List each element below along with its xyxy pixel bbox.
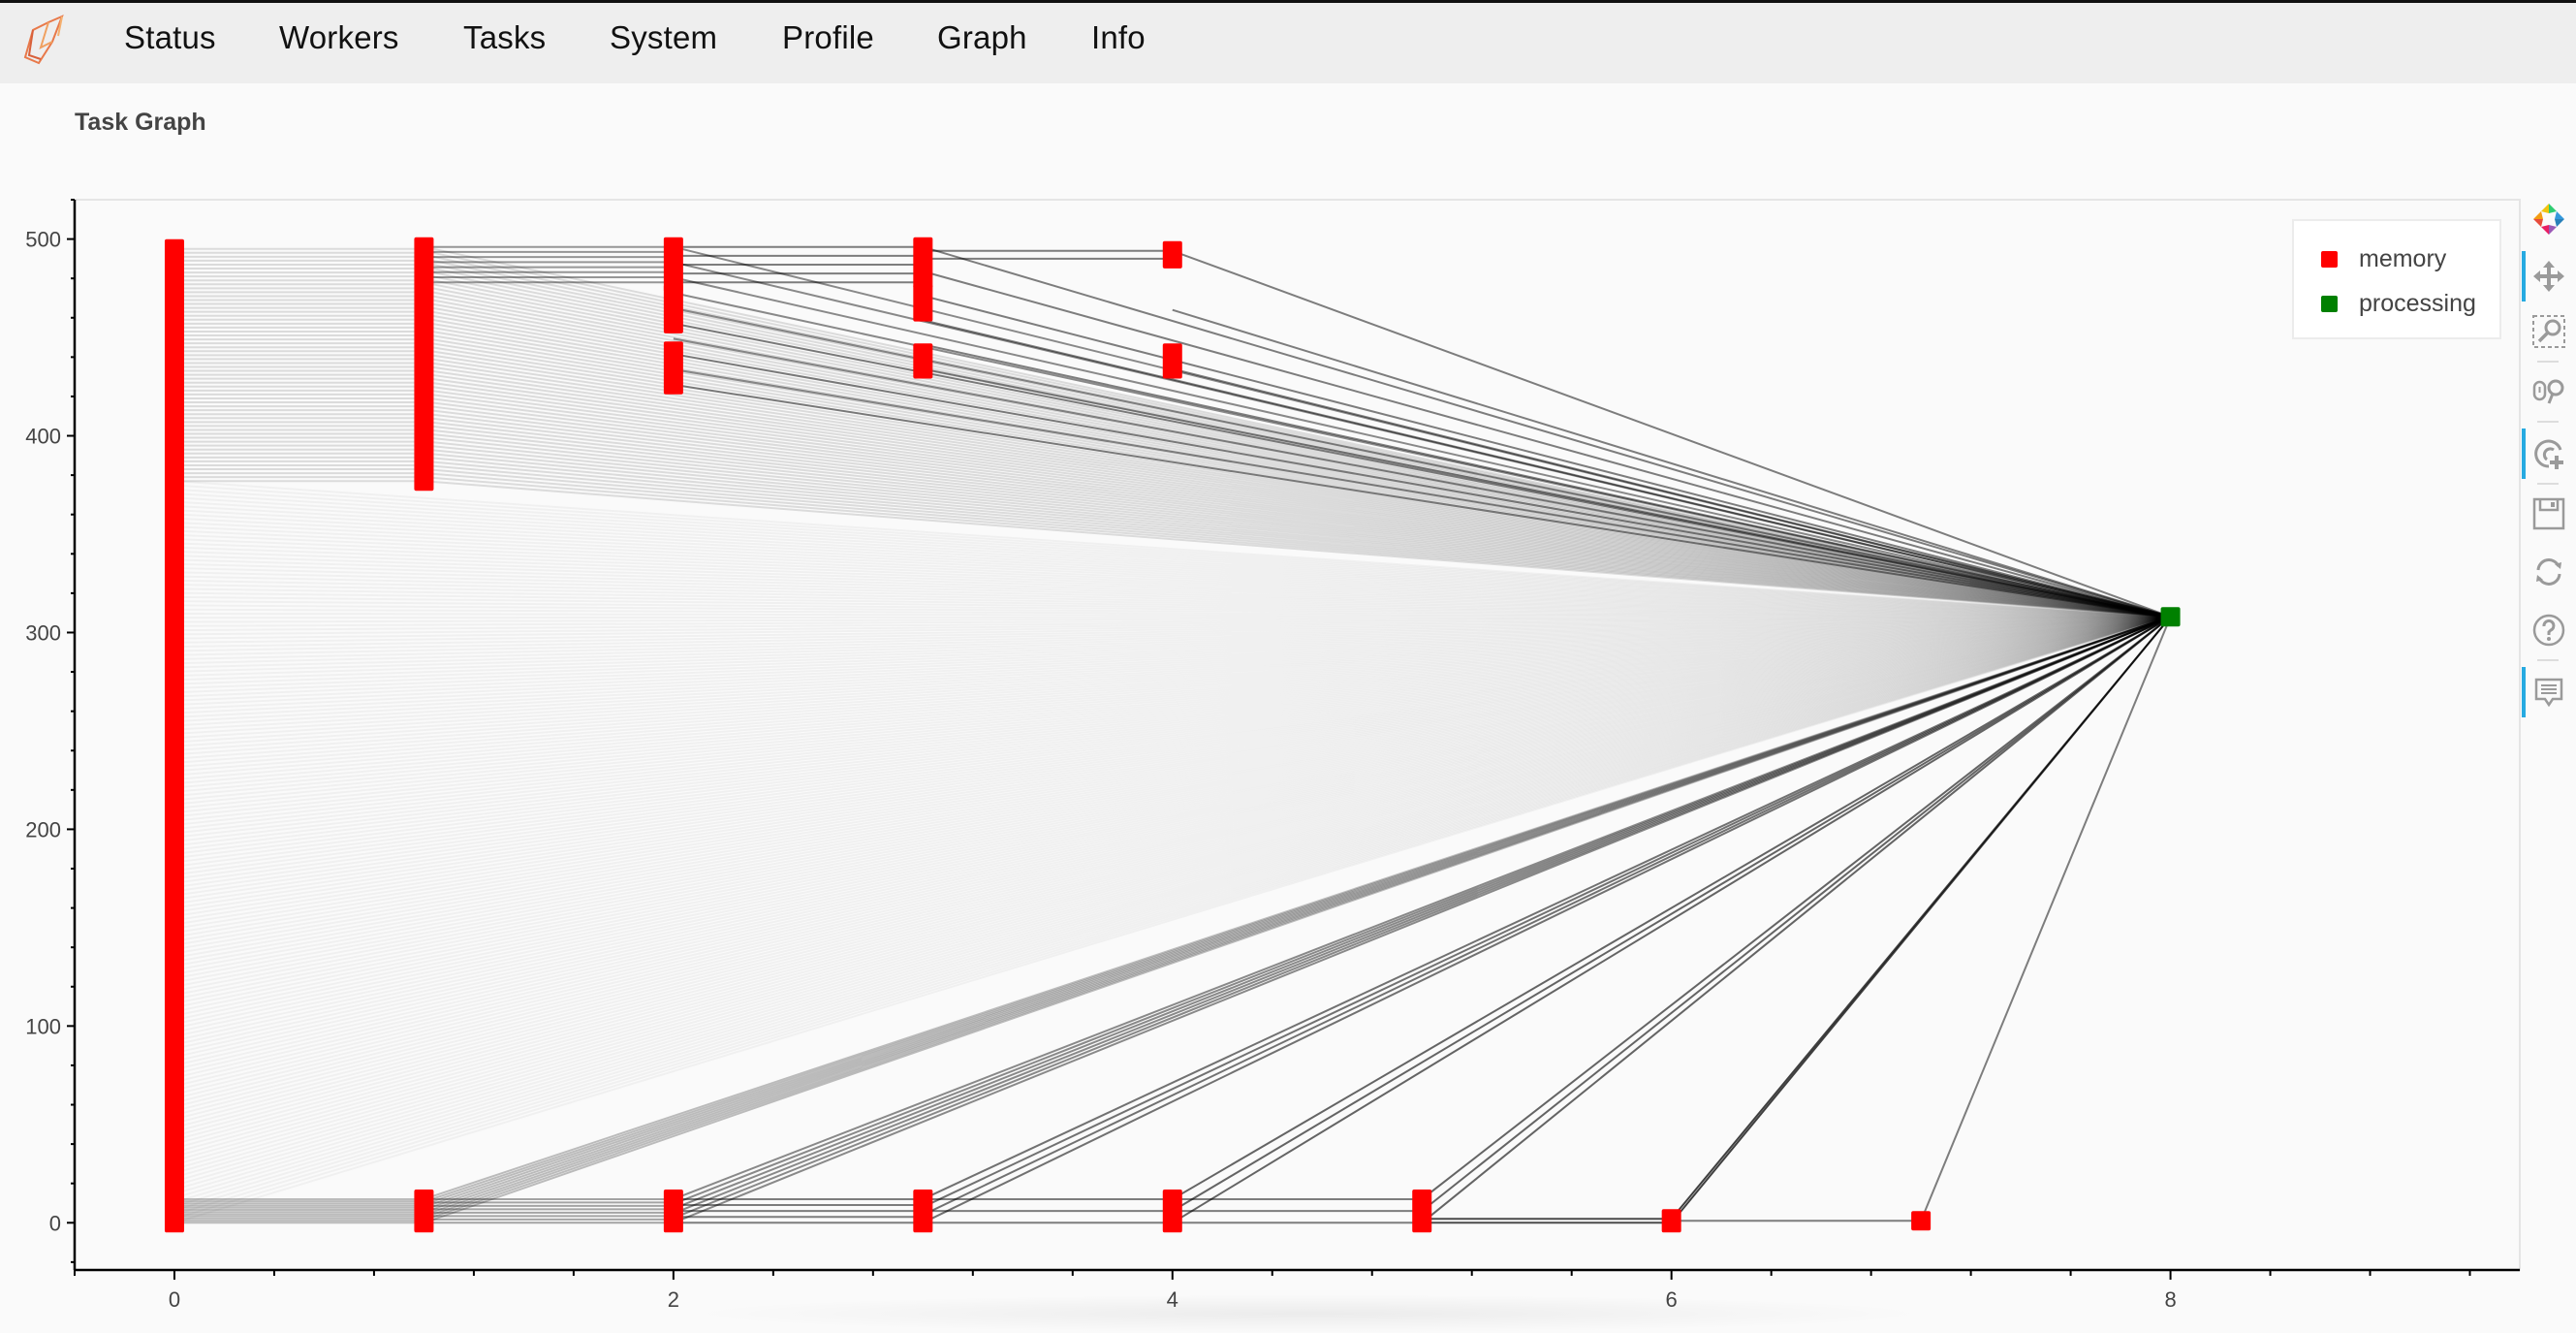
graph-node-memory xyxy=(164,238,184,1233)
hover-icon[interactable] xyxy=(2522,667,2570,717)
legend-item-memory[interactable]: memory xyxy=(2321,245,2446,273)
graph-node-memory xyxy=(663,341,683,395)
legend-swatch-memory xyxy=(2321,251,2338,268)
plot-toolbar xyxy=(2520,194,2576,737)
legend-label-memory: memory xyxy=(2359,245,2447,272)
graph-node-memory xyxy=(913,284,933,322)
toolbar-separator xyxy=(2537,483,2559,485)
graph-node-memory xyxy=(663,237,683,293)
wheel-zoom-icon[interactable] xyxy=(2528,370,2570,413)
help-icon[interactable] xyxy=(2528,609,2570,651)
y-tick-label: 400 xyxy=(25,425,61,449)
toolbar-separator xyxy=(2537,361,2559,363)
graph-node-memory xyxy=(913,343,933,379)
graph-node-memory xyxy=(663,1189,683,1233)
reset-icon[interactable] xyxy=(2528,551,2570,593)
bottom-shadow xyxy=(678,1294,1938,1333)
y-tick-label: 100 xyxy=(25,1014,61,1038)
graph-node-memory xyxy=(1661,1209,1681,1233)
graph-node-memory xyxy=(1162,240,1182,269)
pan-icon[interactable] xyxy=(2522,251,2570,302)
task-graph-plot[interactable]: 010020030040050002468 xyxy=(0,0,2576,1320)
legend-swatch-processing xyxy=(2321,296,2338,312)
x-tick-label: 0 xyxy=(169,1287,180,1312)
graph-node-memory xyxy=(414,237,434,492)
legend: memory processing xyxy=(2292,219,2501,339)
graph-node-memory xyxy=(414,1189,434,1233)
tap-icon[interactable] xyxy=(2522,428,2570,479)
graph-node-memory xyxy=(913,237,933,289)
y-tick-label: 200 xyxy=(25,817,61,841)
toolbar-separator xyxy=(2537,659,2559,661)
graph-node-memory xyxy=(1911,1211,1932,1231)
save-icon[interactable] xyxy=(2528,492,2570,535)
toolbar-separator xyxy=(2537,421,2559,423)
graph-node-memory xyxy=(1162,343,1182,379)
legend-label-processing: processing xyxy=(2359,290,2476,317)
legend-item-processing[interactable]: processing xyxy=(2321,290,2476,318)
y-tick-label: 0 xyxy=(49,1211,61,1235)
y-tick-label: 300 xyxy=(25,620,61,645)
x-tick-label: 8 xyxy=(2164,1287,2176,1312)
graph-node-processing xyxy=(2160,607,2181,627)
bokeh-logo-icon[interactable] xyxy=(2528,198,2570,240)
graph-node-memory xyxy=(913,1189,933,1233)
box-zoom-icon[interactable] xyxy=(2528,310,2570,353)
graph-node-memory xyxy=(1412,1189,1432,1233)
y-tick-label: 500 xyxy=(25,228,61,252)
graph-node-memory xyxy=(1162,1189,1182,1233)
